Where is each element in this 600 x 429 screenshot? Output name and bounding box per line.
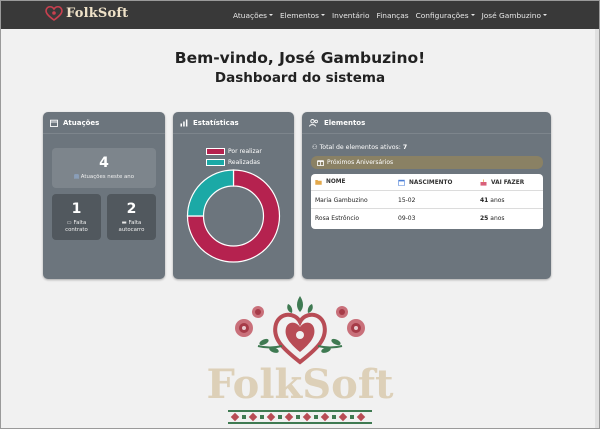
label-text: Falta: [73, 220, 87, 226]
row-birth: 15-02: [398, 197, 416, 204]
users-icon: [309, 118, 318, 127]
top-navbar: FolkSoft Atuações Elementos Inventário F…: [1, 1, 599, 29]
upcoming-label: Próximos Aniversários: [327, 159, 394, 166]
folksoft-logo: FolkSoft: [206, 296, 394, 424]
brand-link[interactable]: FolkSoft: [45, 5, 128, 21]
flower-left: [235, 319, 253, 337]
row-birth: 09-03: [398, 215, 416, 222]
calendar-icon: [50, 119, 58, 127]
age-value: 41: [480, 197, 489, 204]
folder-icon: [315, 180, 322, 185]
total-active-elements: ⚇ Total de elementos ativos: 7: [312, 144, 407, 151]
row-name: Rosa Estrôncio: [315, 215, 359, 222]
nav-item-elementos[interactable]: Elementos: [280, 11, 325, 20]
row-age: 41 anos: [480, 197, 505, 204]
document-icon: ▭: [66, 220, 72, 226]
performances-year-label: ▤ Atuações neste ano: [52, 174, 156, 181]
performances-year-count: 4: [99, 155, 109, 171]
flower-left-small: [252, 306, 264, 318]
label-text: autocarro: [118, 226, 145, 233]
nav-item-inventario[interactable]: Inventário: [332, 11, 370, 20]
header-text: VAI FAZER: [491, 179, 525, 186]
page-subtitle: Dashboard do sistema: [214, 70, 386, 86]
upcoming-birthdays-banner: Próximos Aniversários: [311, 156, 543, 169]
performances-year-tile: 4 ▤ Atuações neste ano: [52, 148, 156, 188]
column-header-turning: VAI FAZER: [480, 179, 524, 186]
label-text: Falta: [128, 220, 142, 226]
legend-item-realizadas[interactable]: Realizadas: [206, 157, 262, 167]
header-text: NASCIMENTO: [409, 179, 453, 186]
nav-item-configuracoes[interactable]: Configurações: [416, 11, 475, 20]
card-title: Elementos: [324, 118, 366, 127]
missing-bus-label: ▬ Falta autocarro: [107, 220, 156, 233]
heart-logo-icon: [45, 5, 63, 21]
atuacoes-card: Atuações 4 ▤ Atuações neste ano 1 ▭ Falt…: [43, 112, 165, 279]
header-divider: [311, 190, 543, 191]
brand-name: FolkSoft: [66, 5, 129, 21]
missing-contract-label: ▭ Falta contrato: [52, 220, 101, 233]
card-header: Atuações: [43, 112, 165, 134]
flower-right-small: [336, 306, 348, 318]
nav-label: Configurações: [415, 10, 469, 20]
missing-bus-tile: 2 ▬ Falta autocarro: [107, 194, 156, 240]
birthdays-table: NOME NASCIMENTO VAI FAZER Maria Gambuzin…: [311, 174, 543, 229]
legend-label: Por realizar: [228, 147, 262, 155]
bar-chart-icon: [180, 119, 188, 126]
total-value: 7: [402, 144, 408, 151]
card-header: Estatísticas: [173, 112, 294, 134]
row-age: 25 anos: [480, 215, 505, 222]
missing-bus-count: 2: [126, 201, 137, 217]
row-name: Maria Gambuzino: [315, 197, 368, 204]
card-title: Atuações: [63, 118, 100, 127]
app-window: FolkSoft Atuações Elementos Inventário F…: [0, 0, 600, 429]
header-text: NOME: [326, 179, 346, 185]
age-value: 25: [480, 215, 489, 222]
missing-contract-count: 1: [71, 201, 82, 217]
nav-label: Elementos: [280, 10, 319, 20]
legend-item-por-realizar[interactable]: Por realizar: [206, 146, 262, 156]
missing-contract-tile: 1 ▭ Falta contrato: [52, 194, 101, 240]
label-text: contrato: [65, 226, 88, 233]
donut-chart: [186, 169, 281, 263]
card-header: Elementos: [302, 112, 551, 134]
nav-label: José Gambuzino: [481, 10, 541, 20]
elements-card: Elementos ⚇ Total de elementos ativos: 7…: [302, 112, 551, 279]
statistics-card: Estatísticas Por realizar Realizadas: [173, 112, 294, 279]
column-header-birth: NASCIMENTO: [398, 179, 452, 186]
nav-label: Inventário: [332, 10, 370, 20]
card-title: Estatísticas: [193, 118, 239, 127]
column-header-name: NOME: [315, 179, 346, 185]
total-label: Total de elementos ativos:: [319, 144, 401, 151]
legend-swatch: [206, 158, 225, 166]
nav-item-atuacoes[interactable]: Atuações: [232, 10, 274, 20]
folk-border-pattern: [228, 410, 372, 424]
donut-slice-realizadas[interactable]: [186, 169, 235, 217]
person-check-icon: ⚇: [312, 144, 318, 151]
chevron-down-icon: [470, 14, 475, 16]
list-icon: ▤: [73, 174, 80, 180]
chevron-down-icon: [269, 14, 274, 16]
scrollbar[interactable]: [595, 29, 599, 428]
label-text: Atuações neste ano: [80, 174, 135, 180]
bus-icon: ▬: [121, 220, 127, 226]
chevron-down-icon: [543, 14, 547, 16]
welcome-heading: Bem-vindo, José Gambuzino!: [174, 49, 426, 67]
flower-right: [347, 319, 365, 337]
logo-text: FolkSoft: [206, 361, 394, 408]
calendar-icon: [398, 179, 405, 186]
nav-label: Finanças: [376, 10, 409, 20]
chart-legend: Por realizar Realizadas: [206, 146, 262, 168]
age-unit: anos: [490, 215, 505, 222]
chevron-down-icon: [321, 14, 325, 16]
cake-icon: [480, 179, 487, 186]
legend-label: Realizadas: [228, 158, 261, 166]
nav-menu: Atuações Elementos Inventário Finanças C…: [233, 1, 547, 29]
row-divider: [311, 208, 543, 209]
age-unit: anos: [490, 197, 505, 204]
nav-item-financas[interactable]: Finanças: [377, 11, 409, 20]
legend-swatch: [206, 147, 225, 155]
gift-icon: [317, 160, 324, 166]
nav-item-user[interactable]: José Gambuzino: [482, 11, 547, 20]
nav-label: Atuações: [232, 10, 268, 20]
